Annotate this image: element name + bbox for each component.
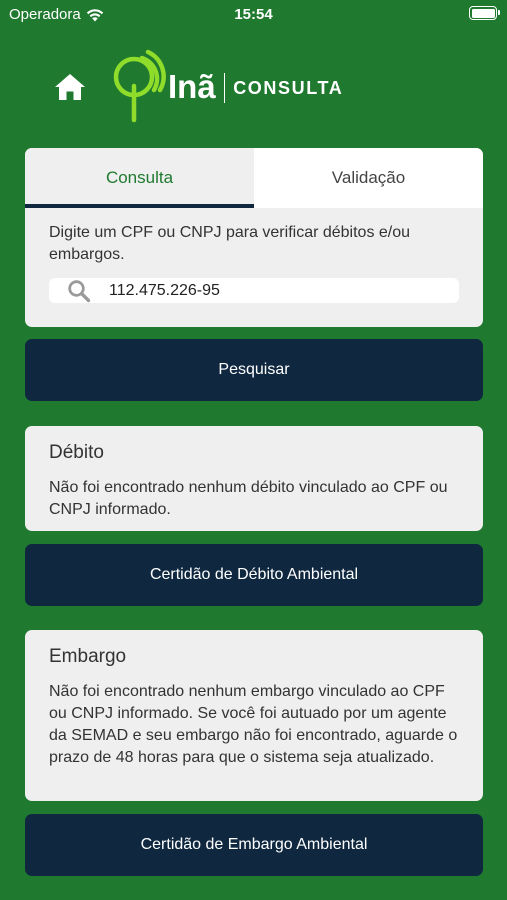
search-instruction: Digite um CPF ou CNPJ para verificar déb… (49, 224, 411, 263)
status-time: 15:54 (234, 6, 273, 23)
search-box[interactable] (49, 278, 459, 303)
tab-consulta[interactable]: Consulta (25, 148, 254, 208)
logo-subtitle: CONSULTA (233, 77, 344, 98)
embargo-certificate-button[interactable]: Certidão de Embargo Ambiental (25, 814, 483, 876)
tab-validacao[interactable]: Validação (254, 148, 483, 208)
debt-text: Não foi encontrado nenhum débito vincula… (49, 479, 448, 518)
app-logo: Inã CONSULTA (110, 46, 343, 126)
logo-mark-icon (113, 49, 166, 123)
status-bar: Operadora 15:54 (0, 0, 507, 28)
debt-card: Débito Não foi encontrado nenhum débito … (25, 426, 483, 531)
debt-title: Débito (49, 442, 104, 463)
home-icon[interactable] (54, 73, 86, 101)
tab-bar: Consulta Validação (25, 148, 483, 208)
search-icon (68, 279, 91, 302)
search-card: Consulta Validação Digite um CPF ou CNPJ… (25, 148, 483, 327)
embargo-title: Embargo (49, 646, 127, 667)
search-button[interactable]: Pesquisar (25, 339, 483, 401)
embargo-card: Embargo Não foi encontrado nenhum embarg… (25, 630, 483, 801)
search-body: Digite um CPF ou CNPJ para verificar déb… (25, 208, 483, 303)
logo-divider (223, 73, 226, 103)
battery-icon (469, 6, 500, 20)
cpf-cnpj-input[interactable] (109, 281, 429, 300)
app-header: Inã CONSULTA (0, 40, 507, 135)
embargo-text: Não foi encontrado nenhum embargo vincul… (49, 683, 458, 766)
debt-certificate-button[interactable]: Certidão de Débito Ambiental (25, 544, 483, 606)
logo-name: Inã (168, 68, 216, 105)
